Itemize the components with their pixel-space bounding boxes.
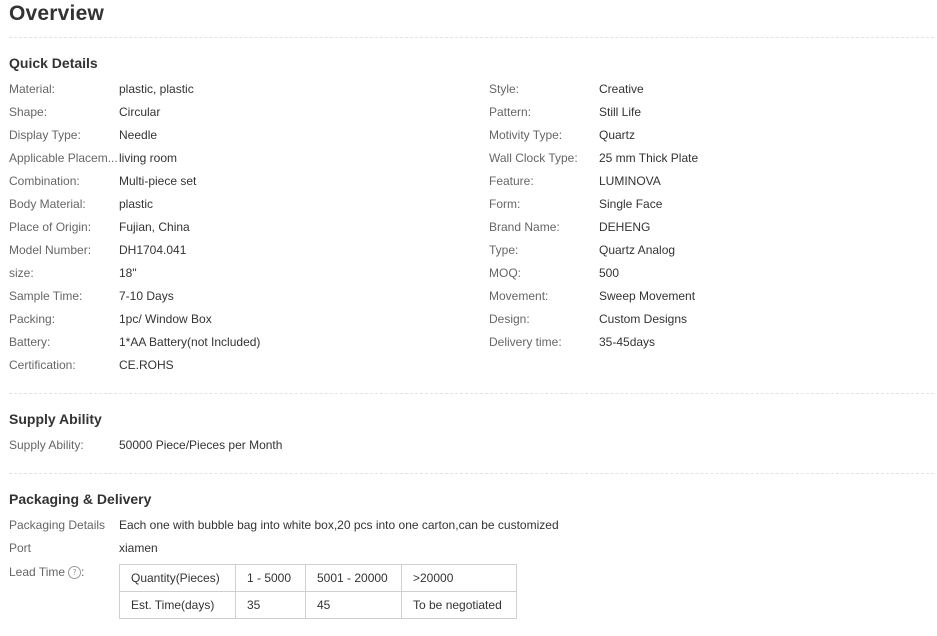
detail-label: Delivery time: xyxy=(489,335,562,349)
detail-label: MOQ: xyxy=(489,266,521,280)
detail-value: Creative xyxy=(599,82,644,96)
supply-ability-heading: Supply Ability xyxy=(9,411,102,427)
detail-label: Packing: xyxy=(9,312,56,326)
detail-value: 1pc/ Window Box xyxy=(119,312,212,326)
packaging-delivery-heading: Packaging & Delivery xyxy=(9,491,152,507)
packaging-details-value: Each one with bubble bag into white box,… xyxy=(119,518,559,532)
detail-label: Pattern: xyxy=(489,105,532,119)
table-cell: To be negotiated xyxy=(401,591,517,619)
detail-label: Movement: xyxy=(489,289,549,303)
detail-value: plastic, plastic xyxy=(119,82,194,96)
detail-value: Fujian, China xyxy=(119,220,190,234)
detail-value: plastic xyxy=(119,197,154,211)
detail-label: Design: xyxy=(489,312,530,326)
port-label: Port xyxy=(9,541,32,555)
detail-value: Quartz xyxy=(599,128,636,142)
port-value: xiamen xyxy=(119,541,158,555)
table-cell: 35 xyxy=(235,591,306,619)
table-cell: 5001 - 20000 xyxy=(305,564,402,592)
detail-label: Combination: xyxy=(9,174,80,188)
detail-label: Place of Origin: xyxy=(9,220,92,234)
detail-label: size: xyxy=(9,266,34,280)
detail-label: Battery: xyxy=(9,335,51,349)
table-row: Est. Time(days) 35 45 To be negotiated xyxy=(119,591,517,619)
quick-details-heading: Quick Details xyxy=(9,55,98,71)
detail-label: Display Type: xyxy=(9,128,81,142)
detail-label: Form: xyxy=(489,197,521,211)
lead-time-colon: : xyxy=(81,565,85,579)
table-cell: 45 xyxy=(305,591,402,619)
detail-value: Sweep Movement xyxy=(599,289,696,303)
detail-value: 25 mm Thick Plate xyxy=(599,151,699,165)
lead-time-table: Quantity(Pieces) 1 - 5000 5001 - 20000 >… xyxy=(119,564,517,619)
detail-value: Quartz Analog xyxy=(599,243,676,257)
detail-value: CE.ROHS xyxy=(119,358,174,372)
detail-value: 18" xyxy=(119,266,137,280)
lead-time-label: Lead Time xyxy=(9,565,66,579)
help-icon[interactable]: ? xyxy=(68,566,82,580)
detail-value: LUMINOVA xyxy=(599,174,661,188)
detail-label: Model Number: xyxy=(9,243,92,257)
page-title: Overview xyxy=(9,2,104,25)
detail-label: Motivity Type: xyxy=(489,128,563,142)
detail-value: Multi-piece set xyxy=(119,174,197,188)
table-row: Quantity(Pieces) 1 - 5000 5001 - 20000 >… xyxy=(119,564,517,592)
detail-value: Single Face xyxy=(599,197,663,211)
table-cell: 1 - 5000 xyxy=(235,564,306,592)
table-cell: Quantity(Pieces) xyxy=(119,564,236,592)
detail-label: Style: xyxy=(489,82,520,96)
detail-value: 500 xyxy=(599,266,620,280)
detail-value: DH1704.041 xyxy=(119,243,187,257)
detail-value: Circular xyxy=(119,105,161,119)
detail-label: Applicable Placem... xyxy=(9,151,118,165)
detail-label: Wall Clock Type: xyxy=(489,151,578,165)
packaging-details-label: Packaging Details xyxy=(9,518,106,532)
supply-ability-value: 50000 Piece/Pieces per Month xyxy=(119,438,283,452)
detail-label: Sample Time: xyxy=(9,289,83,303)
supply-ability-label: Supply Ability: xyxy=(9,438,84,452)
detail-value: Needle xyxy=(119,128,158,142)
detail-label: Certification: xyxy=(9,358,76,372)
table-cell: Est. Time(days) xyxy=(119,591,236,619)
detail-value: Still Life xyxy=(599,105,642,119)
detail-label: Body Material: xyxy=(9,197,86,211)
divider xyxy=(9,473,934,474)
detail-value: 35-45days xyxy=(599,335,656,349)
detail-value: 7-10 Days xyxy=(119,289,174,303)
detail-label: Type: xyxy=(489,243,519,257)
lead-time-label-row: Lead Time?: xyxy=(9,565,85,580)
divider xyxy=(9,393,934,394)
table-cell: >20000 xyxy=(401,564,517,592)
detail-label: Feature: xyxy=(489,174,534,188)
detail-value: Custom Designs xyxy=(599,312,688,326)
detail-label: Material: xyxy=(9,82,56,96)
detail-value: living room xyxy=(119,151,178,165)
detail-label: Brand Name: xyxy=(489,220,560,234)
detail-value: DEHENG xyxy=(599,220,651,234)
detail-value: 1*AA Battery(not Included) xyxy=(119,335,261,349)
divider xyxy=(9,37,934,38)
detail-label: Shape: xyxy=(9,105,48,119)
